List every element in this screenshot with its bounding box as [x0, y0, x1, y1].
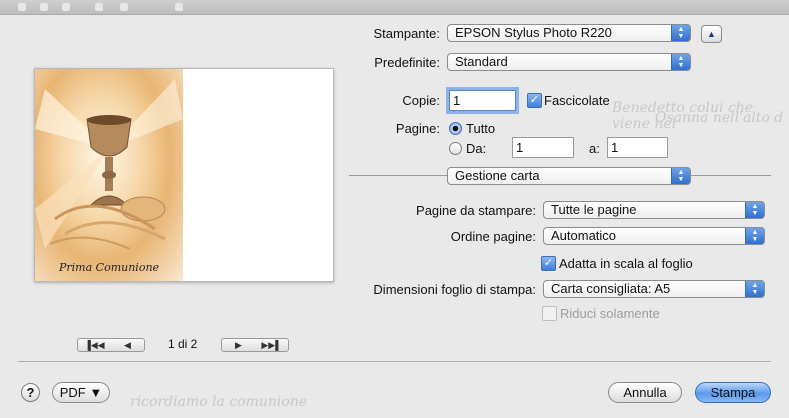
help-button[interactable]: ? — [21, 383, 40, 402]
presets-select-value: Standard — [455, 54, 508, 69]
print-button[interactable]: Stampa — [695, 382, 771, 403]
copies-field[interactable]: 1 — [449, 90, 516, 111]
collate-checkbox[interactable]: ✓ — [527, 93, 542, 108]
paper-size-select[interactable]: Carta consigliata: A5 ▲ ▼ — [543, 280, 765, 298]
updown-icon: ▲ ▼ — [671, 54, 690, 70]
chalice-illustration — [35, 79, 183, 250]
preview-caption: Prima Comunione — [59, 261, 160, 274]
pages-to-print-select[interactable]: Tutte le pagine ▲ ▼ — [543, 201, 765, 219]
updown-icon: ▲ ▼ — [745, 202, 764, 218]
reduce-only-label: Riduci solamente — [560, 306, 660, 321]
pages-all-radio[interactable] — [449, 122, 462, 135]
page-order-label: Ordine pagine: — [450, 229, 536, 244]
updown-icon: ▲ ▼ — [671, 168, 690, 184]
paper-size-label: Dimensioni foglio di stampa: — [373, 282, 536, 297]
toolbar-icon — [18, 3, 26, 11]
page-order-select[interactable]: Automatico ▲ ▼ — [543, 227, 765, 245]
printer-label: Stampante: — [373, 26, 441, 41]
toolbar-icon — [40, 3, 48, 11]
pages-label: Pagine: — [395, 121, 440, 136]
paper-size-value: Carta consigliata: A5 — [551, 281, 671, 296]
help-icon: ? — [26, 385, 35, 400]
toolbar-icon — [120, 3, 128, 11]
triangle-up-icon: ▲ — [707, 29, 716, 39]
pdf-button[interactable]: PDF ▼ — [52, 382, 110, 403]
pages-range-radio[interactable] — [449, 142, 462, 155]
updown-icon: ▲ ▼ — [745, 228, 764, 244]
disclosure-button[interactable]: ▲ — [701, 25, 722, 43]
background-text: ricordiamo la comunione — [130, 394, 308, 410]
pages-to-field[interactable]: 1 — [607, 137, 668, 158]
preview-page-image: Prima Comunione — [35, 69, 183, 281]
toolbar-strip — [0, 0, 789, 15]
updown-icon: ▲ ▼ — [671, 25, 690, 41]
checkmark-icon: ✓ — [529, 94, 540, 106]
pages-from-field[interactable]: 1 — [512, 137, 574, 158]
pages-from-label: Da: — [466, 141, 487, 156]
printer-select[interactable]: EPSON Stylus Photo R220 ▲ ▼ — [447, 24, 691, 42]
bottom-divider — [18, 361, 771, 362]
first-page-icon[interactable]: ▐◀◀ — [78, 339, 111, 351]
presets-select[interactable]: Standard ▲ ▼ — [447, 53, 691, 71]
toolbar-icon — [95, 3, 103, 11]
printer-select-value: EPSON Stylus Photo R220 — [455, 25, 612, 40]
cancel-button[interactable]: Annulla — [608, 382, 682, 403]
print-preview: Prima Comunione — [34, 68, 334, 282]
toolbar-icon — [62, 3, 70, 11]
next-page-icon[interactable]: ▶ — [222, 339, 255, 351]
updown-icon: ▲ ▼ — [745, 281, 764, 297]
pages-to-print-label: Pagine da stampare: — [416, 203, 536, 218]
previous-page-icon[interactable]: ◀ — [111, 339, 144, 351]
page-indicator: 1 di 2 — [168, 337, 198, 351]
scale-to-fit-checkbox[interactable]: ✓ — [541, 256, 556, 271]
copies-label: Copie: — [402, 93, 440, 108]
toolbar-icon — [175, 3, 183, 11]
next-page-buttons[interactable]: ▶ ▶▶▌ — [221, 338, 289, 352]
page-order-value: Automatico — [551, 228, 617, 243]
prev-page-buttons[interactable]: ▐◀◀ ◀ — [77, 338, 145, 352]
background-text: Osanna nell'alto d — [655, 110, 784, 126]
section-select[interactable]: Gestione carta ▲ ▼ — [447, 167, 691, 185]
pages-to-print-value: Tutte le pagine — [551, 202, 637, 217]
reduce-only-checkbox[interactable] — [542, 306, 557, 321]
scale-to-fit-label: Adatta in scala al foglio — [559, 256, 693, 271]
collate-label: Fascicolate — [544, 93, 610, 108]
checkmark-icon: ✓ — [543, 257, 554, 269]
section-select-value: Gestione carta — [455, 168, 540, 183]
last-page-icon[interactable]: ▶▶▌ — [255, 339, 288, 351]
pages-all-label: Tutto — [466, 121, 496, 136]
pages-to-label: a: — [589, 141, 600, 156]
